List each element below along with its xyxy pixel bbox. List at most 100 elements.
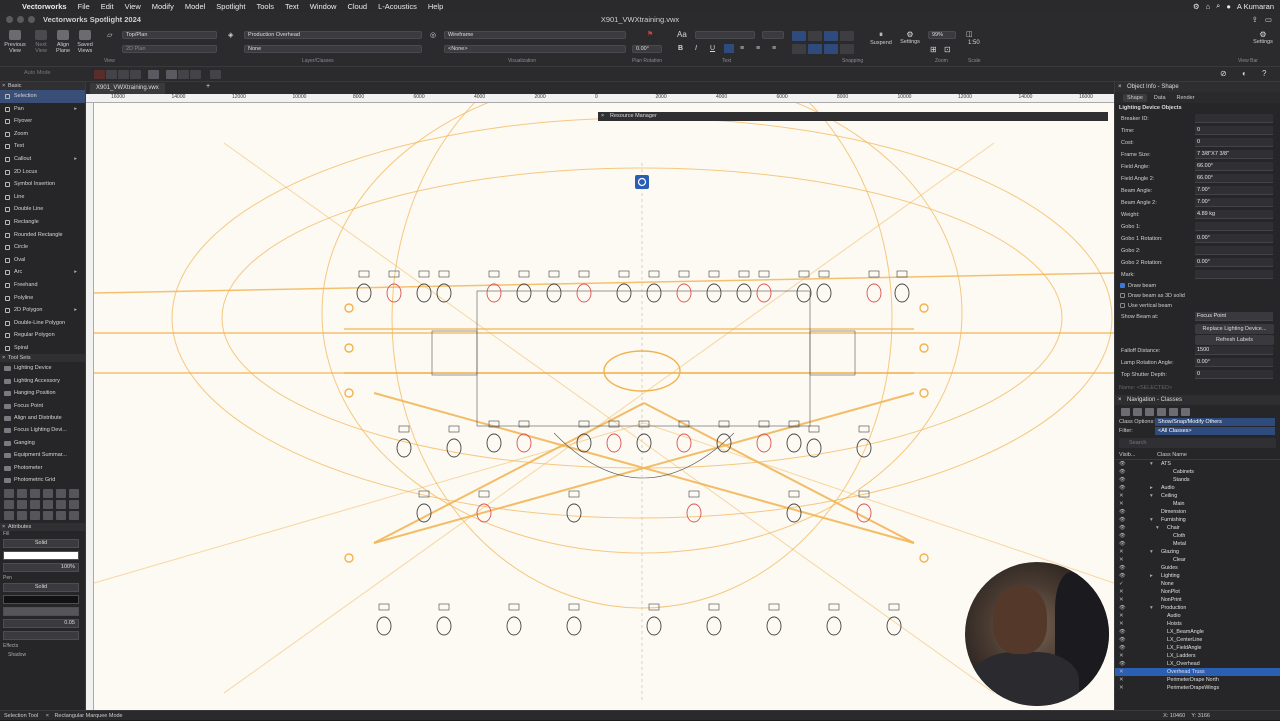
visibility-toggle[interactable]: ✕: [1119, 492, 1125, 500]
layer-select[interactable]: Production Overhead: [244, 31, 422, 39]
menu-window[interactable]: Window: [310, 2, 337, 11]
prop-value-field[interactable]: [1195, 222, 1273, 231]
snap-button-7[interactable]: [824, 44, 838, 54]
toolset-photometric-grid[interactable]: Photometric Grid: [0, 474, 85, 486]
document-tab[interactable]: X901_VWXtraining.vwx: [90, 83, 165, 94]
home-icon[interactable]: ⌂: [1206, 2, 1211, 11]
fill-style-select[interactable]: Solid: [3, 539, 79, 549]
layers-icon[interactable]: [1133, 407, 1142, 416]
mode-button-3[interactable]: [118, 70, 129, 79]
disclosure-icon[interactable]: ▸: [1150, 484, 1153, 492]
filter-select[interactable]: <All Classes>: [1155, 427, 1275, 435]
align-plane-button[interactable]: Align Plane: [54, 30, 72, 54]
lighting-fixture[interactable]: [886, 603, 902, 636]
toolset-grid-icon[interactable]: [56, 500, 66, 510]
class-row[interactable]: ✓ None: [1115, 580, 1280, 588]
class-row[interactable]: 👁 ▾ Chair: [1115, 524, 1280, 532]
disclosure-icon[interactable]: ▾: [1150, 548, 1153, 556]
layout-icon-2[interactable]: ◐: [1242, 69, 1247, 78]
visibility-toggle[interactable]: 👁: [1119, 564, 1126, 572]
lighting-fixture[interactable]: [756, 420, 772, 453]
class-row[interactable]: 👁 Guides: [1115, 564, 1280, 572]
view-bar-settings-button[interactable]: ⚙ Settings: [1250, 30, 1276, 45]
prop-value-field[interactable]: 66.00°: [1195, 174, 1273, 183]
toolset-grid-icon[interactable]: [30, 489, 40, 499]
lighting-fixture[interactable]: [576, 270, 592, 303]
tool-regular-polygon[interactable]: Regular Polygon: [0, 329, 85, 342]
menu-file[interactable]: File: [78, 2, 90, 11]
close-icon[interactable]: ×: [601, 112, 604, 121]
saved-views-button[interactable]: Saved Views: [75, 30, 95, 54]
visibility-toggle[interactable]: 👁: [1119, 572, 1126, 580]
prop-value-field[interactable]: 0: [1195, 370, 1273, 379]
close-window-button[interactable]: [6, 16, 13, 23]
lighting-fixture[interactable]: [516, 420, 532, 453]
class-row[interactable]: ✕ Audio: [1115, 612, 1280, 620]
snap-button-1[interactable]: [792, 31, 806, 41]
lighting-fixture[interactable]: [706, 270, 722, 303]
class-row[interactable]: 👁 ▾ Furnishing: [1115, 516, 1280, 524]
check-draw-beam-as-3d-solid[interactable]: Draw beam as 3D solid: [1115, 291, 1280, 301]
class-row[interactable]: 👁 Cloth: [1115, 532, 1280, 540]
disclosure-icon[interactable]: ▾: [1150, 516, 1153, 524]
prop-value-field[interactable]: 7.00°: [1195, 186, 1273, 195]
close-icon[interactable]: ×: [2, 354, 5, 362]
snap-button-3[interactable]: [824, 31, 838, 41]
toolset-equipment-summar-[interactable]: Equipment Summar...: [0, 449, 85, 461]
class-row[interactable]: 👁 LX_BeamAngle: [1115, 628, 1280, 636]
tool-circle[interactable]: Circle: [0, 241, 85, 254]
tool-line[interactable]: Line: [0, 191, 85, 204]
minimize-window-button[interactable]: [17, 16, 24, 23]
suspend-button[interactable]: ⏸ Suspend: [868, 30, 894, 46]
toolset-grid-icon[interactable]: [30, 511, 40, 521]
previous-view-button[interactable]: Previous View: [4, 30, 26, 54]
lighting-fixture[interactable]: [356, 270, 372, 303]
visibility-toggle[interactable]: ✕: [1119, 588, 1125, 596]
prop-value-field[interactable]: 0.00°: [1195, 258, 1273, 267]
mode-button-2[interactable]: [106, 70, 117, 79]
snap-button-4[interactable]: [840, 31, 854, 41]
toolset-align-and-distribute[interactable]: Align and Distribute: [0, 412, 85, 424]
italic-icon[interactable]: I: [695, 45, 697, 52]
visibility-toggle[interactable]: 👁: [1119, 468, 1126, 476]
classes-icon[interactable]: [1121, 407, 1130, 416]
toolset-ganging[interactable]: Ganging: [0, 437, 85, 449]
menu-tools[interactable]: Tools: [256, 2, 274, 11]
toolset-grid-icon[interactable]: [43, 489, 53, 499]
visibility-toggle[interactable]: 👁: [1119, 516, 1126, 524]
user-name[interactable]: A Kumaran: [1237, 2, 1274, 11]
checkbox[interactable]: [1120, 303, 1125, 308]
toolset-grid-icon[interactable]: [4, 500, 14, 510]
visibility-toggle[interactable]: 👁: [1119, 476, 1126, 484]
visibility-column-header[interactable]: Visib...: [1119, 452, 1135, 458]
align-center-icon[interactable]: ≡: [740, 45, 744, 52]
tool-rounded-rectangle[interactable]: Rounded Rectangle: [0, 229, 85, 242]
prop-value-field[interactable]: [1195, 246, 1273, 255]
lighting-fixture[interactable]: [506, 603, 522, 636]
disclosure-icon[interactable]: ▾: [1150, 492, 1153, 500]
prop-value-field[interactable]: 0.00°: [1195, 234, 1273, 243]
toolset-lighting-accessory[interactable]: Lighting Accessory: [0, 375, 85, 387]
tool-double-line-polygon[interactable]: Double-Line Polygon: [0, 317, 85, 330]
boom-fixture[interactable]: [344, 303, 354, 313]
visibility-toggle[interactable]: 👁: [1119, 460, 1126, 468]
lighting-fixture[interactable]: [566, 490, 582, 523]
class-row[interactable]: ✕ Hoists: [1115, 620, 1280, 628]
lighting-fixture[interactable]: [376, 603, 392, 636]
align-left-icon[interactable]: [724, 44, 734, 53]
text-size-icon[interactable]: Aa: [677, 30, 687, 39]
prop-value-field[interactable]: 0.00°: [1195, 358, 1273, 367]
lighting-fixture[interactable]: [766, 603, 782, 636]
lighting-fixture[interactable]: [486, 270, 502, 303]
references-icon[interactable]: [1181, 407, 1190, 416]
toolset-grid-icon[interactable]: [17, 489, 27, 499]
opacity-field[interactable]: 100%: [3, 563, 79, 573]
menu-spotlight[interactable]: Spotlight: [216, 2, 245, 11]
visibility-toggle[interactable]: ✕: [1119, 668, 1125, 676]
tool-oval[interactable]: Oval: [0, 254, 85, 267]
align-right-icon[interactable]: ≡: [756, 45, 760, 52]
projection-select[interactable]: <None>: [444, 45, 626, 53]
boom-fixture[interactable]: [919, 303, 929, 313]
pen-opacity-slider[interactable]: [3, 607, 79, 617]
toolset-hanging-position[interactable]: Hanging Position: [0, 387, 85, 399]
